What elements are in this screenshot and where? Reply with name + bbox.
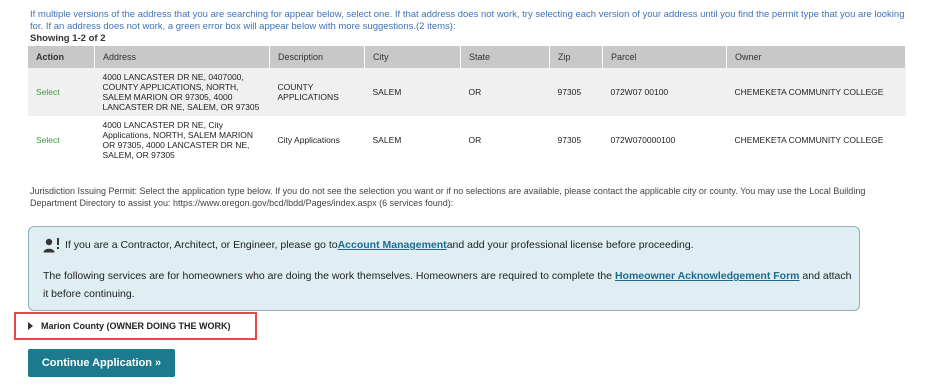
- column-header-city: City: [364, 46, 461, 68]
- city-cell: SALEM: [364, 68, 461, 116]
- zip-cell: 97305: [549, 68, 603, 116]
- description-cell: COUNTY APPLICATIONS: [269, 68, 365, 116]
- intro-text: If multiple versions of the address that…: [30, 9, 905, 32]
- select-link[interactable]: Select: [28, 68, 95, 116]
- state-cell: OR: [460, 68, 550, 116]
- city-cell: SALEM: [364, 116, 461, 164]
- homeowner-acknowledgement-form-link[interactable]: Homeowner Acknowledgement Form: [615, 270, 800, 282]
- select-link[interactable]: Select: [28, 116, 95, 164]
- notice-line-homeowner: The following services are for homeowner…: [43, 267, 858, 303]
- table-row: Select 4000 LANCASTER DR NE, 0407000, CO…: [28, 68, 906, 116]
- caret-right-icon: [28, 322, 33, 330]
- address-results-table: Action Address Description City State Zi…: [28, 46, 906, 164]
- description-cell: City Applications: [269, 116, 365, 164]
- table-row: Select 4000 LANCASTER DR NE, City Applic…: [28, 116, 906, 164]
- address-cell: 4000 LANCASTER DR NE, 0407000, COUNTY AP…: [94, 68, 270, 116]
- owner-cell: CHEMEKETA COMMUNITY COLLEGE: [726, 116, 906, 164]
- column-header-owner: Owner: [726, 46, 906, 68]
- column-header-state: State: [460, 46, 550, 68]
- account-management-link[interactable]: Account Management: [338, 239, 447, 251]
- state-cell: OR: [460, 116, 550, 164]
- notice-text: and add your professional license before…: [446, 239, 694, 251]
- continue-application-button[interactable]: Continue Application »: [28, 349, 175, 377]
- column-header-parcel: Parcel: [602, 46, 727, 68]
- address-cell: 4000 LANCASTER DR NE, City Applications,…: [94, 116, 270, 164]
- column-header-address: Address: [94, 46, 270, 68]
- zip-cell: 97305: [549, 116, 603, 164]
- notice-line-contractor: If you are a Contractor, Architect, or E…: [43, 237, 694, 253]
- column-header-zip: Zip: [549, 46, 603, 68]
- professional-notice-box: If you are a Contractor, Architect, or E…: [28, 226, 860, 311]
- results-count: Showing 1-2 of 2: [30, 33, 106, 44]
- parcel-cell: 072W070000100: [602, 116, 727, 164]
- notice-text: The following services are for homeowner…: [43, 270, 615, 282]
- county-expander-label: Marion County (OWNER DOING THE WORK): [41, 321, 231, 331]
- jurisdiction-text: Jurisdiction Issuing Permit: Select the …: [30, 186, 866, 208]
- notice-text: If you are a Contractor, Architect, or E…: [65, 239, 338, 251]
- column-header-description: Description: [269, 46, 365, 68]
- table-header-row: Action Address Description City State Zi…: [28, 46, 906, 68]
- parcel-cell: 072W07 00100: [602, 68, 727, 116]
- marion-county-expander[interactable]: Marion County (OWNER DOING THE WORK): [14, 312, 257, 340]
- owner-cell: CHEMEKETA COMMUNITY COLLEGE: [726, 68, 906, 116]
- column-header-action: Action: [28, 46, 95, 68]
- person-info-icon: [43, 238, 59, 253]
